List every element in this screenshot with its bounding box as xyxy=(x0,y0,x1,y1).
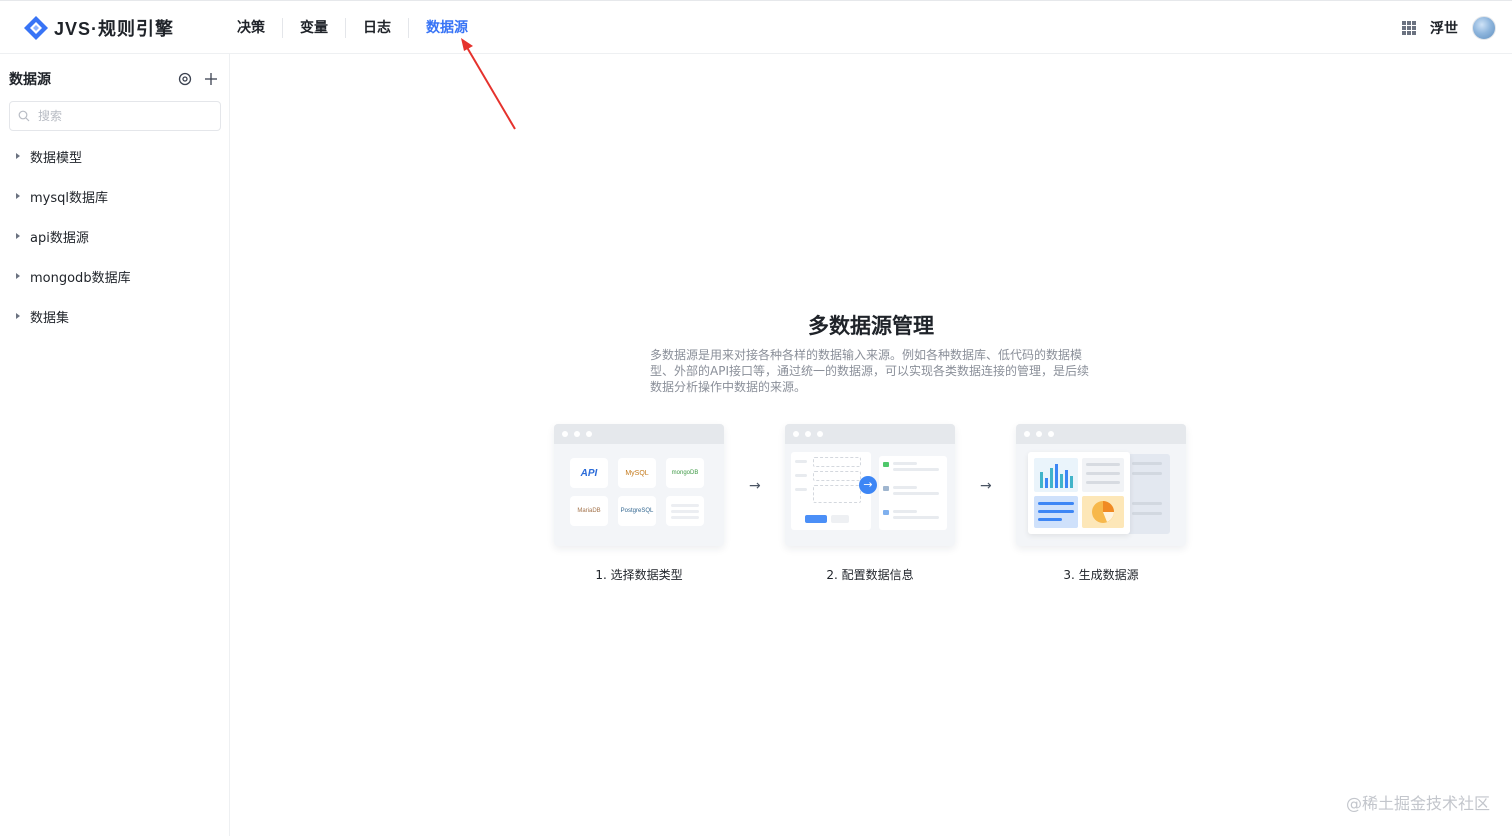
datasource-tree: 数据模型 mysql数据库 api数据源 mongodb数据库 数据集 xyxy=(0,136,229,336)
sidebar-header: 数据源 xyxy=(9,70,221,90)
plus-icon[interactable] xyxy=(203,71,219,87)
top-bar: JVS·规则引擎 决策 变量 日志 数据源 浮世 xyxy=(0,0,1512,54)
tree-item-label: api数据源 xyxy=(30,230,89,246)
avatar[interactable] xyxy=(1472,16,1496,40)
page-title: 多数据源管理 xyxy=(808,314,934,338)
logo-icon xyxy=(24,16,48,40)
watermark: @稀土掘金技术社区 xyxy=(1345,794,1490,813)
step-1-label: 1. 选择数据类型 xyxy=(595,568,683,582)
api-tile: API xyxy=(570,458,608,488)
main-content: 多数据源管理 多数据源是用来对接各种各样的数据输入来源。例如各种数据库、低代码的… xyxy=(230,54,1512,836)
tree-item-label: mysql数据库 xyxy=(30,190,108,206)
postgresql-tile: PostgreSQL xyxy=(618,496,656,526)
logo-text: JVS·规则引擎 xyxy=(54,19,175,39)
mysql-tile: MySQL xyxy=(618,458,656,488)
caret-right-icon[interactable] xyxy=(16,273,20,279)
step-2-label: 2. 配置数据信息 xyxy=(826,568,914,582)
nav-decision[interactable]: 决策 xyxy=(220,18,283,38)
user-area: 浮世 xyxy=(1402,1,1496,55)
tree-item-data-model[interactable]: 数据模型 xyxy=(0,136,229,176)
tree-item-mysql[interactable]: mysql数据库 xyxy=(0,176,229,216)
step-1-illustration: API MySQL mongoDB MariaDB PostgreSQL xyxy=(554,424,724,546)
caret-right-icon[interactable] xyxy=(16,313,20,319)
settings-icon[interactable] xyxy=(177,71,193,87)
sidebar-title: 数据源 xyxy=(9,72,51,88)
tree-item-api[interactable]: api数据源 xyxy=(0,216,229,256)
arrow-right-icon: → xyxy=(980,478,992,494)
tree-item-label: 数据模型 xyxy=(30,150,83,166)
main-nav: 决策 变量 日志 数据源 xyxy=(220,1,485,55)
arrow-right-icon: → xyxy=(749,478,761,494)
caret-right-icon[interactable] xyxy=(16,193,20,199)
caret-right-icon[interactable] xyxy=(16,153,20,159)
user-name[interactable]: 浮世 xyxy=(1430,18,1458,38)
nav-variable[interactable]: 变量 xyxy=(283,18,346,38)
step-3-illustration xyxy=(1016,424,1186,546)
search-box xyxy=(9,101,221,131)
tree-item-mongodb[interactable]: mongodb数据库 xyxy=(0,256,229,296)
caret-right-icon[interactable] xyxy=(16,233,20,239)
search-input[interactable] xyxy=(36,108,210,124)
apps-grid-icon[interactable] xyxy=(1402,21,1416,35)
arrow-circle-icon: → xyxy=(859,476,877,494)
tree-item-dataset[interactable]: 数据集 xyxy=(0,296,229,336)
mariadb-tile: MariaDB xyxy=(570,496,608,526)
mongodb-tile: mongoDB xyxy=(666,458,704,488)
tree-item-label: mongodb数据库 xyxy=(30,270,131,286)
page-description: 多数据源是用来对接各种各样的数据输入来源。例如各种数据库、低代码的数据模型、外部… xyxy=(650,348,1089,394)
nav-datasource[interactable]: 数据源 xyxy=(409,18,485,38)
sidebar: 数据源 数据模型 xyxy=(0,54,230,836)
placeholder-tile xyxy=(666,496,704,526)
step-3-label: 3. 生成数据源 xyxy=(1063,568,1139,582)
step-2-illustration: → xyxy=(785,424,955,546)
search-icon xyxy=(18,110,30,122)
app-logo[interactable]: JVS·规则引擎 xyxy=(22,14,174,42)
nav-log[interactable]: 日志 xyxy=(346,18,409,38)
steps-illustration: API MySQL mongoDB MariaDB PostgreSQL 1. … xyxy=(554,424,1194,584)
tree-item-label: 数据集 xyxy=(30,310,70,326)
